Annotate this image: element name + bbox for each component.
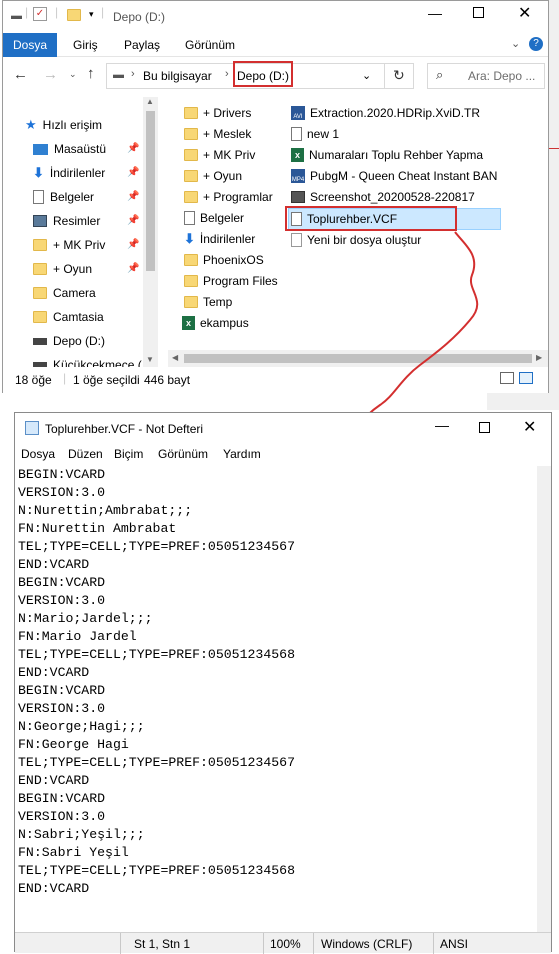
text-line: N:Sabri;Yeşil;;; <box>18 827 145 842</box>
notepad-menu-bar: Dosya Düzen Biçim Görünüm Yardım <box>15 443 551 465</box>
text-line: N:Mario;Jardel;;; <box>18 611 153 626</box>
notepad-vertical-scrollbar[interactable] <box>537 466 551 932</box>
text-line: BEGIN:VCARD <box>18 575 106 590</box>
notepad-status-bar: St 1, Stn 1 100% Windows (CRLF) ANSI <box>15 932 551 954</box>
notepad-maximize-button[interactable] <box>479 422 490 433</box>
text-line: TEL;TYPE=CELL;TYPE=PREF:05051234567 <box>18 539 295 554</box>
text-line: FN:Nurettin Ambrabat <box>18 521 177 536</box>
text-line: TEL;TYPE=CELL;TYPE=PREF:05051234567 <box>18 755 295 770</box>
menu-gorunum[interactable]: Görünüm <box>158 447 208 461</box>
notepad-title: Toplurehber.VCF - Not Defteri <box>45 422 204 436</box>
text-line: VERSION:3.0 <box>18 593 106 608</box>
text-line: FN:George Hagi <box>18 737 129 752</box>
text-line: TEL;TYPE=CELL;TYPE=PREF:05051234568 <box>18 647 295 662</box>
menu-yardim[interactable]: Yardım <box>223 447 261 461</box>
zoom-level: 100% <box>270 937 301 951</box>
text-line: FN:Mario Jardel <box>18 629 137 644</box>
menu-duzen[interactable]: Düzen <box>68 447 103 461</box>
status-separator <box>263 933 264 954</box>
status-separator <box>433 933 434 954</box>
text-line: BEGIN:VCARD <box>18 791 106 806</box>
text-line: TEL;TYPE=CELL;TYPE=PREF:05051234568 <box>18 863 295 878</box>
notepad-close-button[interactable]: ✕ <box>523 417 536 437</box>
notepad-minimize-button[interactable]: — <box>435 417 449 433</box>
text-line: BEGIN:VCARD <box>18 467 106 482</box>
notepad-titlebar: Toplurehber.VCF - Not Defteri — ✕ <box>15 413 551 443</box>
text-line: VERSION:3.0 <box>18 809 106 824</box>
text-line: END:VCARD <box>18 557 90 572</box>
notepad-text-area[interactable]: BEGIN:VCARD VERSION:3.0 N:Nurettin;Ambraba… <box>18 466 538 932</box>
status-separator <box>120 933 121 954</box>
text-line: END:VCARD <box>18 773 90 788</box>
encoding: ANSI <box>440 937 469 951</box>
text-line: VERSION:3.0 <box>18 701 106 716</box>
menu-dosya[interactable]: Dosya <box>21 447 55 461</box>
line-ending: Windows (CRLF) <box>321 937 413 951</box>
text-line: N:Nurettin;Ambrabat;;; <box>18 503 193 518</box>
cursor-position: St 1, Stn 1 <box>134 937 191 951</box>
text-line: N:George;Hagi;;; <box>18 719 145 734</box>
notepad-icon <box>25 421 39 435</box>
text-line: END:VCARD <box>18 665 90 680</box>
menu-bicim[interactable]: Biçim <box>114 447 143 461</box>
notepad-window: Toplurehber.VCF - Not Defteri — ✕ Dosya … <box>14 412 552 954</box>
text-line: BEGIN:VCARD <box>18 683 106 698</box>
text-line: VERSION:3.0 <box>18 485 106 500</box>
text-line: END:VCARD <box>18 881 90 896</box>
text-line: FN:Sabri Yeşil <box>18 845 129 860</box>
status-separator <box>313 933 314 954</box>
